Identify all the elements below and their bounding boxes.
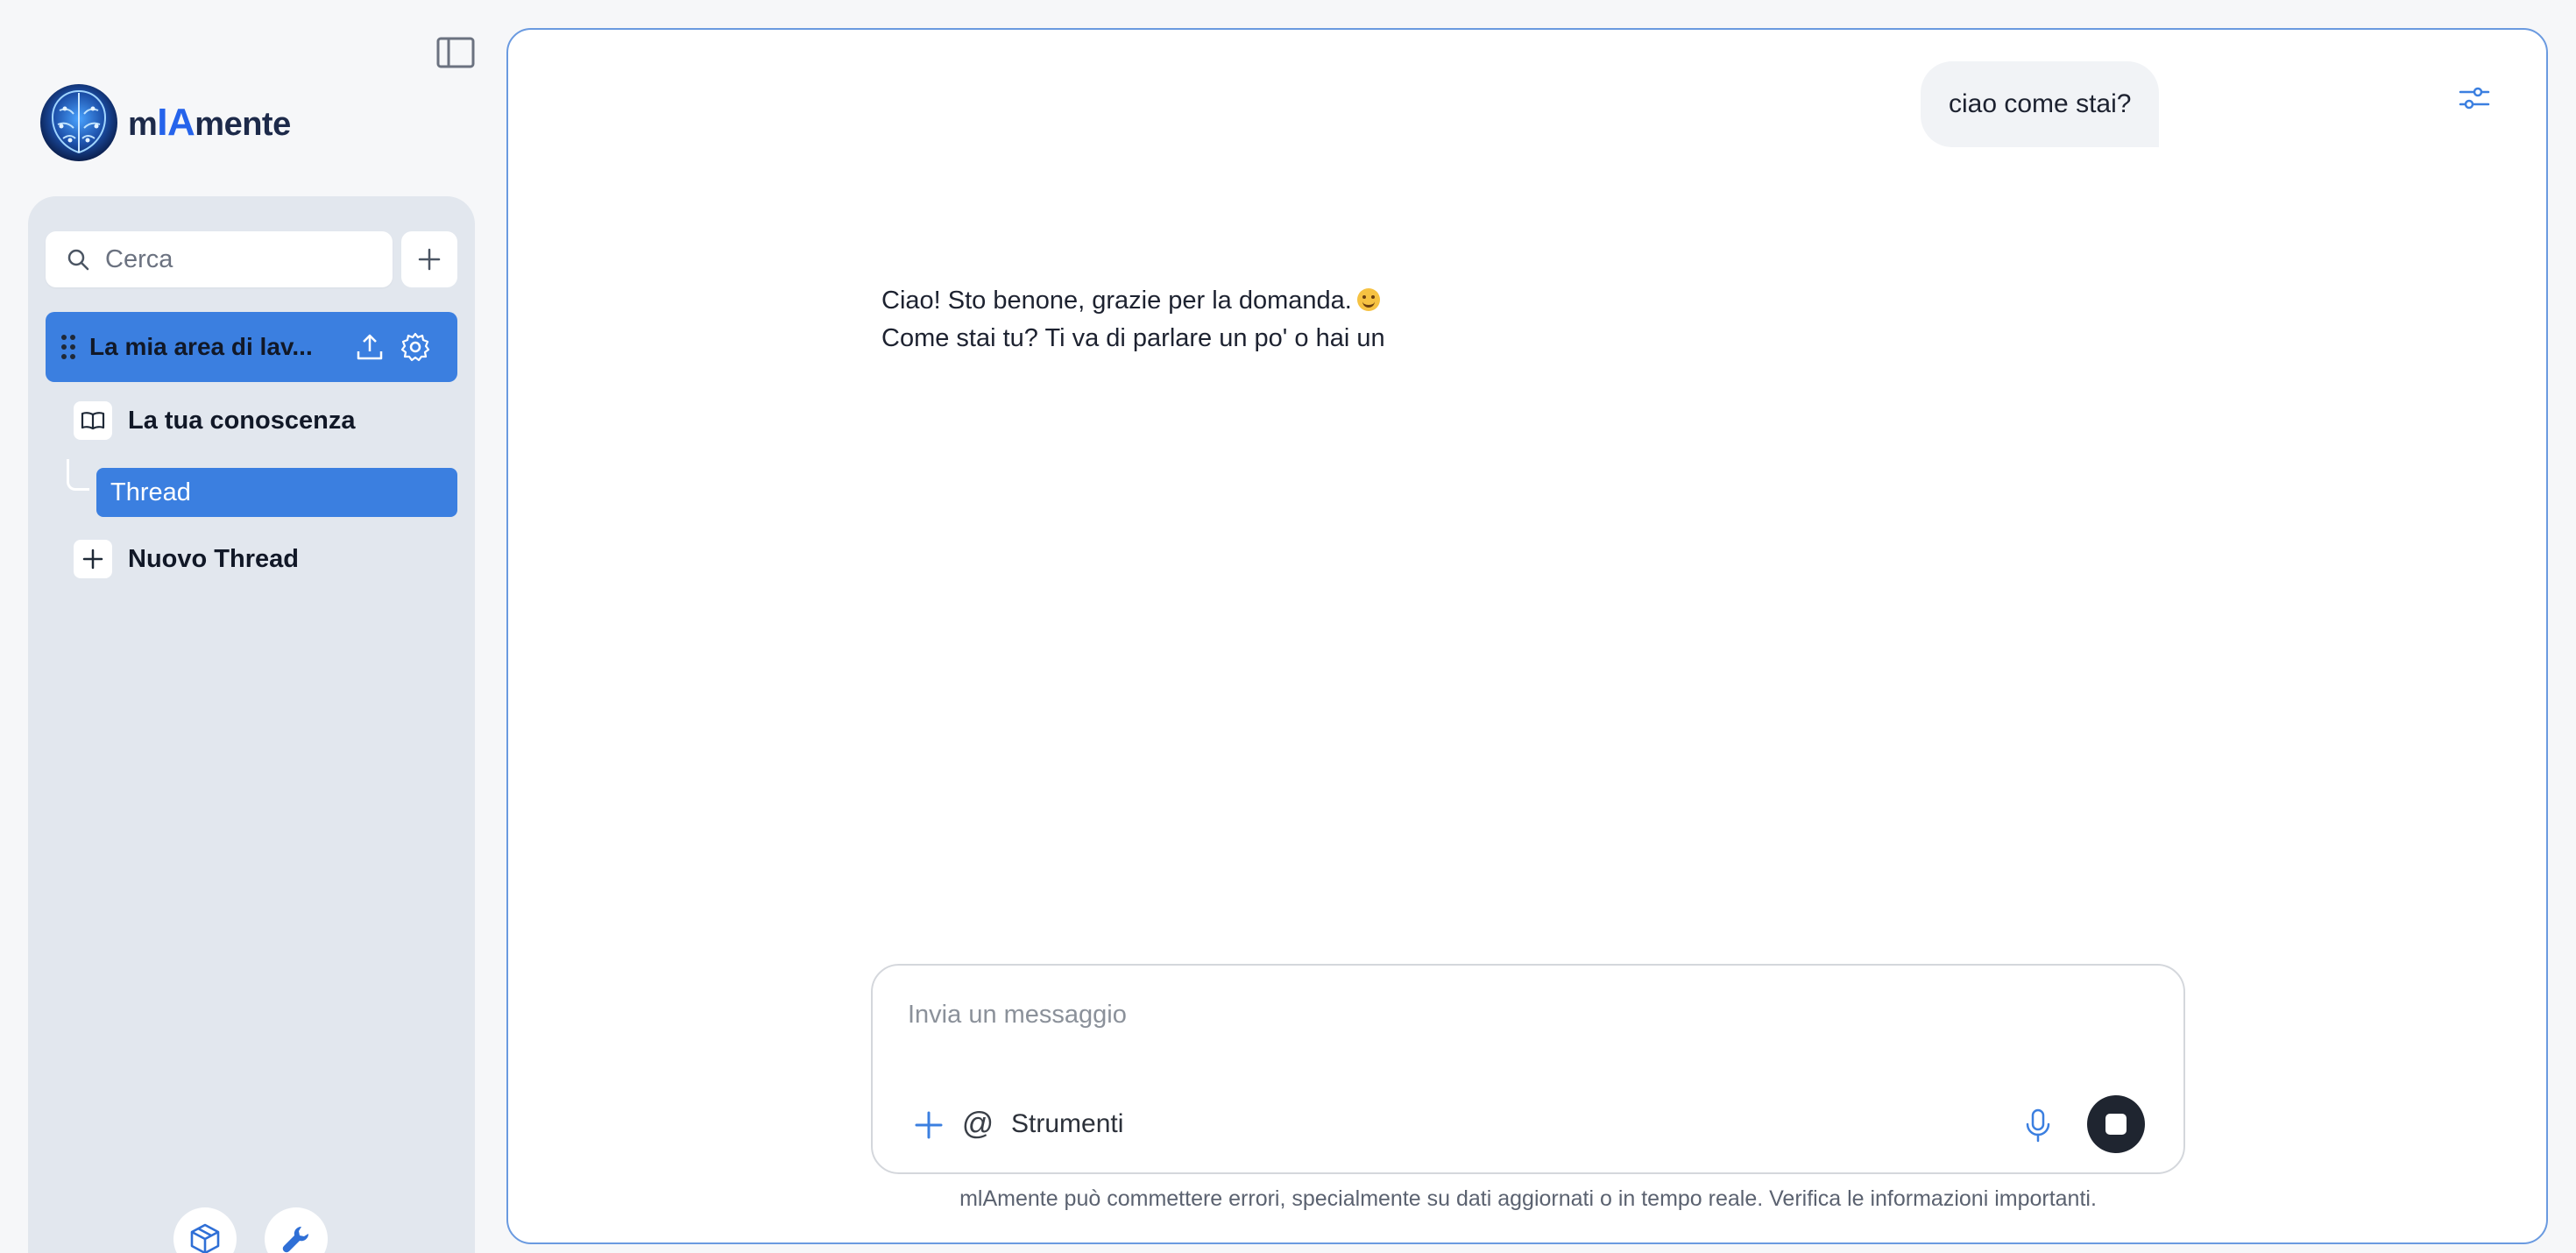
- mention-button[interactable]: @: [960, 1105, 995, 1141]
- tree-connector: [67, 459, 89, 491]
- message-input[interactable]: [908, 1001, 2134, 1053]
- message-composer: @ Strumenti: [871, 964, 2185, 1174]
- assistant-message: Ciao! Sto benone, grazie per la domanda.…: [881, 282, 1670, 357]
- brain-logo-icon: [40, 84, 117, 161]
- workspace-label: La mia area di lav...: [89, 333, 313, 360]
- add-workspace-button[interactable]: [401, 231, 457, 287]
- plus-icon: [915, 1111, 943, 1139]
- assistant-message-line: Ciao! Sto benone, grazie per la domanda.: [881, 287, 1352, 315]
- workspace-settings-button[interactable]: [396, 328, 435, 366]
- stop-icon: [2105, 1114, 2127, 1135]
- sliders-icon: [2459, 87, 2490, 110]
- search-icon: [67, 249, 89, 271]
- gear-icon: [400, 332, 430, 362]
- smiley-emoji-icon: [1356, 288, 1380, 311]
- sidebar-panel: La mia area di lav...: [28, 196, 475, 1253]
- search-box[interactable]: [46, 231, 393, 287]
- brand-logo[interactable]: mIAmente: [39, 82, 291, 163]
- stop-generation-button[interactable]: [2087, 1095, 2145, 1153]
- chat-controls-button[interactable]: [2455, 79, 2494, 117]
- tools-settings-button[interactable]: [265, 1207, 328, 1253]
- package-icon: [190, 1223, 220, 1253]
- plus-icon: [418, 248, 441, 271]
- export-workspace-button[interactable]: [350, 328, 389, 366]
- assistant-message-line: Come stai tu? Ti va di parlare un po' o …: [881, 324, 1385, 352]
- sidebar-item-label: La tua conoscenza: [128, 406, 356, 435]
- drag-handle-icon[interactable]: [60, 333, 77, 361]
- sidebar-item-label: Thread: [110, 478, 191, 506]
- sidebar-toggle-icon[interactable]: [435, 35, 477, 70]
- attach-button[interactable]: [911, 1108, 946, 1143]
- at-icon: @: [961, 1105, 994, 1141]
- workspace-item[interactable]: La mia area di lav...: [46, 312, 457, 382]
- upload-icon: [357, 334, 383, 360]
- sidebar-item-knowledge[interactable]: La tua conoscenza: [74, 394, 355, 447]
- packages-button[interactable]: [173, 1207, 237, 1253]
- search-input[interactable]: [105, 244, 368, 274]
- microphone-icon: [2026, 1108, 2050, 1143]
- wrench-icon: [282, 1226, 309, 1253]
- sidebar-item-label: Nuovo Thread: [128, 544, 299, 573]
- user-message-bubble: ciao come stai?: [1921, 61, 2160, 147]
- plus-icon: [82, 549, 103, 570]
- chat-panel: ciao come stai? Ciao! Sto benone, grazie…: [506, 28, 2548, 1244]
- tools-button[interactable]: Strumenti: [1011, 1106, 1123, 1143]
- user-message-text: ciao come stai?: [1949, 89, 2132, 118]
- app-window: mIAmente La mia area di lav...: [0, 0, 2576, 1253]
- sidebar-item-thread[interactable]: Thread: [96, 468, 457, 517]
- voice-input-button[interactable]: [2019, 1106, 2057, 1144]
- new-thread-button[interactable]: Nuovo Thread: [74, 534, 299, 584]
- book-open-icon: [81, 412, 105, 430]
- brand-name: mIAmente: [128, 101, 291, 144]
- disclaimer-text: mlAmente può commettere errori, specialm…: [959, 1186, 2097, 1211]
